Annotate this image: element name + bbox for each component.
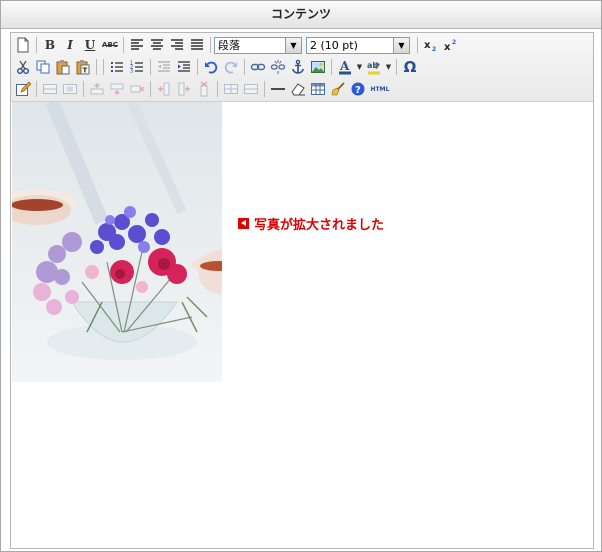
highlight-color-icon[interactable]: ab [364, 57, 384, 77]
align-right-icon[interactable] [167, 35, 187, 55]
insert-table-icon[interactable] [308, 79, 328, 99]
toolbar-separator [197, 59, 198, 75]
toolbar-separator [103, 59, 104, 75]
delete-row-icon[interactable] [127, 79, 147, 99]
toolbar-row-2: T 123 A ▼ ab ▼ Ω [13, 56, 420, 78]
help-icon[interactable]: ? [348, 79, 368, 99]
cleanup-broom-icon[interactable] [328, 79, 348, 99]
format-select[interactable]: 段落 ▼ [214, 36, 302, 54]
format-select-value: 段落 [218, 39, 240, 52]
svg-text:T: T [83, 67, 88, 75]
cut-icon[interactable] [13, 57, 33, 77]
align-center-icon[interactable] [147, 35, 167, 55]
html-source-button[interactable]: HTML [368, 79, 392, 99]
toolbar-separator [150, 81, 151, 97]
new-document-icon[interactable] [13, 35, 33, 55]
svg-text:?: ? [355, 85, 361, 96]
svg-text:2: 2 [452, 39, 456, 46]
strikethrough-button[interactable]: ABC [100, 35, 120, 55]
eraser-icon[interactable] [288, 79, 308, 99]
chevron-down-icon[interactable]: ▼ [285, 37, 301, 53]
insert-row-after-icon[interactable] [107, 79, 127, 99]
edit-source-icon[interactable] [13, 79, 33, 99]
superscript-icon[interactable]: x2 [441, 35, 461, 55]
font-size-select-value: 2 (10 pt) [310, 38, 358, 52]
chevron-down-icon[interactable]: ▼ [393, 37, 409, 53]
editor-content-area[interactable]: 写真が拡大されました [11, 102, 593, 548]
svg-text:A: A [339, 59, 350, 73]
toolbar-separator [96, 59, 97, 75]
undo-icon[interactable] [201, 57, 221, 77]
horizontal-rule-icon[interactable] [268, 79, 288, 99]
unlink-icon[interactable] [268, 57, 288, 77]
svg-text:2: 2 [432, 46, 436, 53]
toolbar-row-3: ? HTML [13, 78, 392, 100]
copy-icon[interactable] [33, 57, 53, 77]
paste-text-icon[interactable]: T [73, 57, 93, 77]
outdent-icon[interactable] [154, 57, 174, 77]
merge-cells-icon[interactable] [221, 79, 241, 99]
enlarge-notice-text: 写真が拡大されました [254, 218, 385, 233]
toolbar-separator [417, 37, 418, 53]
ordered-list-icon[interactable]: 123 [127, 57, 147, 77]
toolbar-separator [123, 37, 124, 53]
insert-row-before-icon[interactable] [87, 79, 107, 99]
text-color-icon[interactable]: A [335, 57, 355, 77]
toolbar-separator [396, 59, 397, 75]
text-color-dropdown-icon[interactable]: ▼ [355, 57, 364, 77]
toolbar-separator [83, 81, 84, 97]
left-arrow-icon [238, 218, 249, 229]
svg-text:x: x [444, 42, 451, 53]
highlight-color-dropdown-icon[interactable]: ▼ [384, 57, 393, 77]
toolbar-separator [210, 37, 211, 53]
toolbar-separator [264, 81, 265, 97]
content-panel: コンテンツ B I U ABC 段落 ▼ 2 (10 pt) ▼ x 2 x 2… [0, 0, 602, 552]
font-size-select[interactable]: 2 (10 pt) ▼ [306, 36, 410, 54]
toolbar-separator [331, 59, 332, 75]
bold-button[interactable]: B [40, 35, 60, 55]
table-row-props-icon[interactable] [40, 79, 60, 99]
flower-photo[interactable] [12, 102, 222, 382]
toolbar-row-1: B I U ABC 段落 ▼ 2 (10 pt) ▼ x 2 x 2 [13, 34, 461, 56]
toolbar-separator [150, 59, 151, 75]
panel-title: コンテンツ [1, 1, 601, 29]
anchor-icon[interactable] [288, 57, 308, 77]
toolbar-separator [36, 37, 37, 53]
unordered-list-icon[interactable] [107, 57, 127, 77]
insert-column-before-icon[interactable] [154, 79, 174, 99]
italic-button[interactable]: I [60, 35, 80, 55]
redo-icon[interactable] [221, 57, 241, 77]
underline-button[interactable]: U [80, 35, 100, 55]
align-left-icon[interactable] [127, 35, 147, 55]
table-cell-props-icon[interactable] [60, 79, 80, 99]
rich-text-editor: B I U ABC 段落 ▼ 2 (10 pt) ▼ x 2 x 2 T 1 2… [10, 32, 594, 549]
special-char-button[interactable]: Ω [400, 57, 420, 77]
toolbar-separator [244, 59, 245, 75]
editor-toolbar: B I U ABC 段落 ▼ 2 (10 pt) ▼ x 2 x 2 T 1 2… [11, 33, 593, 102]
insert-column-after-icon[interactable] [174, 79, 194, 99]
enlarge-notice: 写真が拡大されました [238, 214, 384, 233]
link-icon[interactable] [248, 57, 268, 77]
svg-text:x: x [424, 40, 431, 51]
split-cells-icon[interactable] [241, 79, 261, 99]
toolbar-separator [36, 81, 37, 97]
paste-icon[interactable] [53, 57, 73, 77]
indent-icon[interactable] [174, 57, 194, 77]
toolbar-separator [217, 81, 218, 97]
delete-column-icon[interactable] [194, 79, 214, 99]
image-icon[interactable] [308, 57, 328, 77]
align-justify-icon[interactable] [187, 35, 207, 55]
svg-text:3: 3 [130, 69, 133, 75]
subscript-icon[interactable]: x2 [421, 35, 441, 55]
